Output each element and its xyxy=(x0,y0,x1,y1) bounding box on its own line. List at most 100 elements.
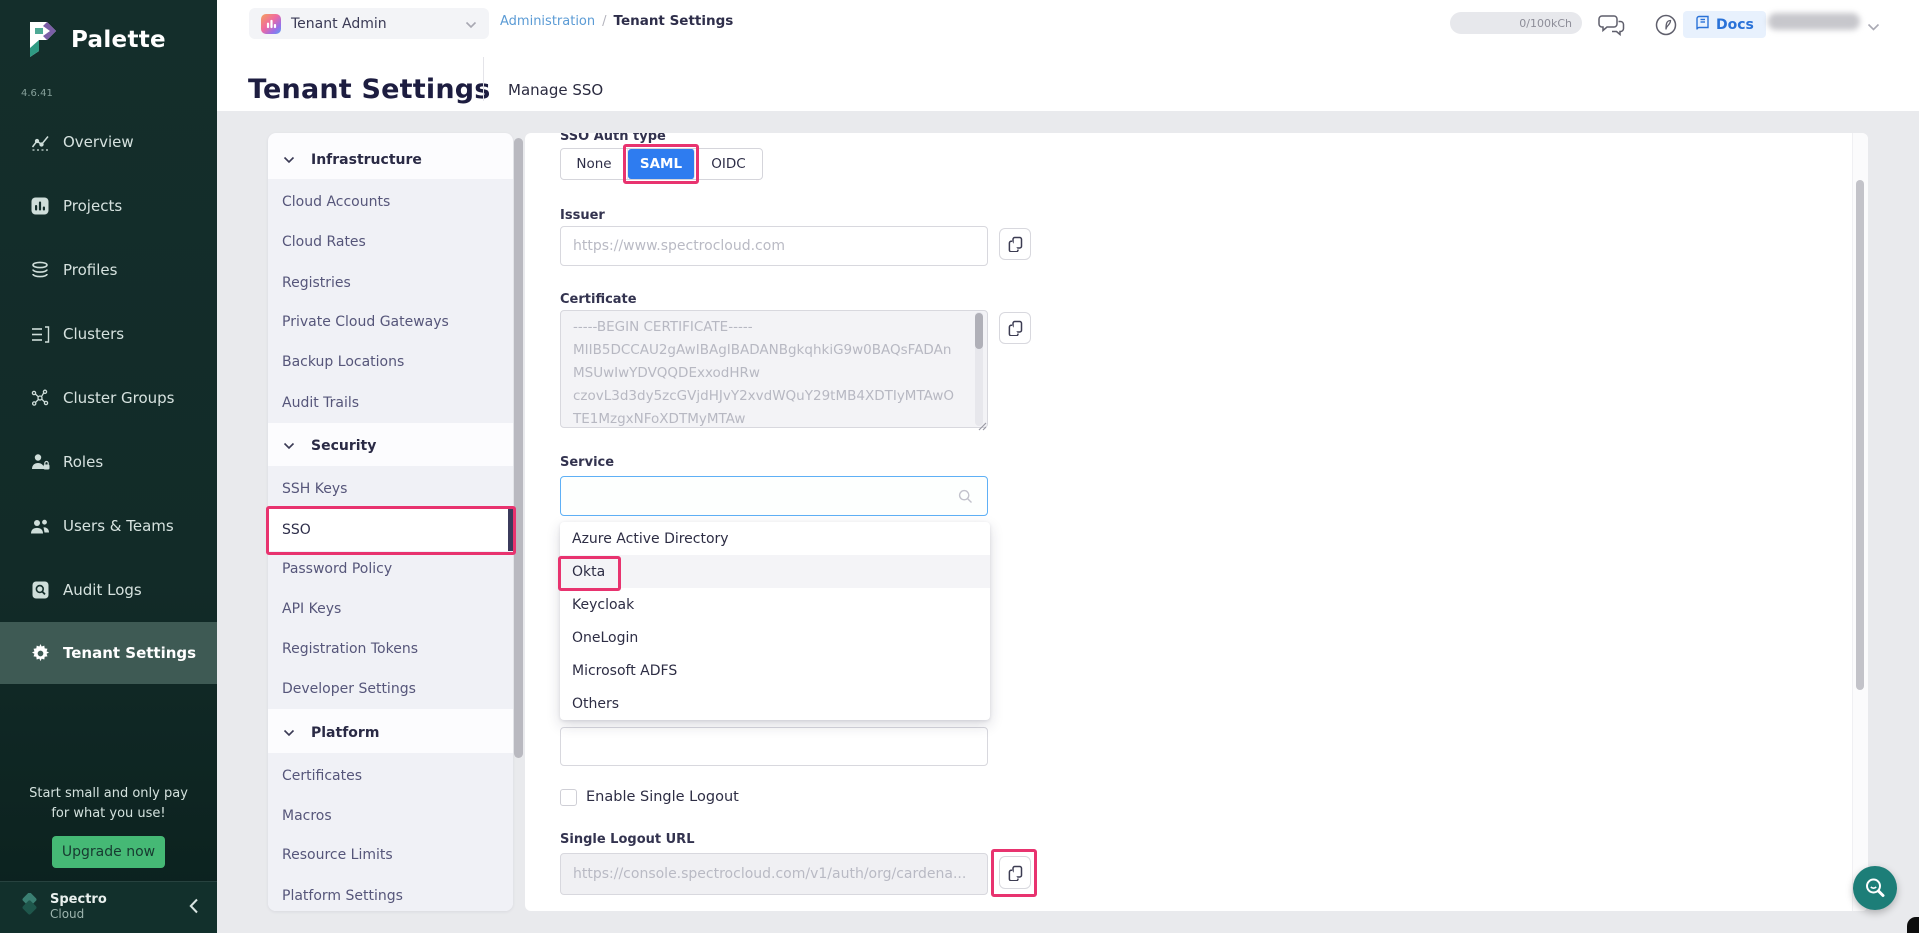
service-combobox[interactable] xyxy=(560,476,988,516)
service-option-others[interactable]: Others xyxy=(560,687,990,720)
resize-handle-icon[interactable] xyxy=(977,416,987,435)
issuer-label: Issuer xyxy=(560,208,605,223)
nav-item-ssh-keys[interactable]: SSH Keys xyxy=(268,469,513,509)
issuer-input[interactable] xyxy=(560,226,988,266)
user-chevron-down-icon[interactable] xyxy=(1867,17,1880,36)
help-compass-icon[interactable] xyxy=(1654,13,1678,41)
chat-bubbles-icon[interactable] xyxy=(1598,13,1625,41)
profiles-layers-icon xyxy=(30,261,50,279)
chevron-down-icon xyxy=(283,729,295,737)
sidebar-item-audit-logs[interactable]: Audit Logs xyxy=(0,558,217,622)
nav-item-registries[interactable]: Registries xyxy=(268,263,513,303)
service-option-keycloak[interactable]: Keycloak xyxy=(560,588,990,621)
nav-section-security[interactable]: Security xyxy=(268,427,513,465)
project-selector-label: Tenant Admin xyxy=(291,16,387,32)
main-sidebar: Palette 4.6.41 Overview Projects xyxy=(0,0,217,933)
service-option-onelogin[interactable]: OneLogin xyxy=(560,621,990,654)
help-launcher-button[interactable] xyxy=(1853,866,1897,910)
single-logout-url-input[interactable] xyxy=(560,853,988,895)
auth-option-oidc[interactable]: OIDC xyxy=(695,149,762,179)
nav-item-backup-locations[interactable]: Backup Locations xyxy=(268,342,513,382)
nav-item-registration-tokens[interactable]: Registration Tokens xyxy=(268,629,513,669)
service-option-azure-active-directory[interactable]: Azure Active Directory xyxy=(560,522,990,555)
copy-single-logout-url-button[interactable] xyxy=(999,856,1031,889)
book-icon xyxy=(1695,15,1709,35)
certificate-label: Certificate xyxy=(560,292,637,307)
sidebar-footer: Spectro Cloud xyxy=(0,881,217,933)
overview-chart-icon xyxy=(30,134,50,151)
nav-item-developer-settings[interactable]: Developer Settings xyxy=(268,669,513,709)
usage-quota-value: 0/100kCh xyxy=(1519,17,1572,30)
tenant-admin-icon xyxy=(261,14,281,34)
nav-section-infrastructure[interactable]: Infrastructure xyxy=(268,141,513,179)
sidebar-item-roles[interactable]: Roles xyxy=(0,430,217,494)
panel-scrollbar-thumb[interactable] xyxy=(1856,180,1864,690)
sidebar-item-overview[interactable]: Overview xyxy=(0,110,217,174)
partially-hidden-input[interactable] xyxy=(560,727,988,766)
certificate-textarea[interactable]: -----BEGIN CERTIFICATE----- MIIB5DCCAU2g… xyxy=(560,310,988,428)
settings-nav-scrollbar-thumb[interactable] xyxy=(514,138,523,758)
nav-item-private-cloud-gateways[interactable]: Private Cloud Gateways xyxy=(268,302,513,342)
project-scope-selector[interactable]: Tenant Admin xyxy=(249,8,489,39)
sidebar-item-projects[interactable]: Projects xyxy=(0,174,217,238)
breadcrumb-administration[interactable]: Administration xyxy=(500,14,595,29)
projects-icon xyxy=(30,197,50,215)
manage-sso-panel: SSO Auth type None SAML OIDC Issuer Cert… xyxy=(525,133,1868,911)
certificate-scrollbar-thumb[interactable] xyxy=(975,313,983,349)
copy-issuer-button[interactable] xyxy=(999,228,1031,260)
nav-item-audit-trails[interactable]: Audit Trails xyxy=(268,383,513,423)
copy-icon xyxy=(1008,865,1023,881)
auth-option-none[interactable]: None xyxy=(561,149,628,179)
nav-item-cloud-accounts[interactable]: Cloud Accounts xyxy=(268,182,513,222)
title-divider xyxy=(483,57,484,101)
upgrade-now-button[interactable]: Upgrade now xyxy=(52,836,165,868)
sidebar-item-clusters[interactable]: Clusters xyxy=(0,302,217,366)
tab-manage-sso[interactable]: Manage SSO xyxy=(508,81,603,99)
sso-auth-type-group: None SAML OIDC xyxy=(560,148,763,180)
nav-item-macros[interactable]: Macros xyxy=(268,796,513,836)
nav-item-cloud-rates[interactable]: Cloud Rates xyxy=(268,222,513,262)
user-menu-redacted[interactable] xyxy=(1768,13,1860,30)
nav-section-platform[interactable]: Platform xyxy=(268,714,513,752)
service-option-okta[interactable]: Okta xyxy=(560,555,990,588)
top-bar: Tenant Admin Administration / Tenant Set… xyxy=(217,0,1919,111)
service-label: Service xyxy=(560,455,614,470)
chevron-down-icon xyxy=(283,156,295,164)
sso-auth-type-label: SSO Auth type xyxy=(560,133,666,144)
usage-quota-pill: 0/100kCh xyxy=(1450,12,1582,34)
gear-icon xyxy=(30,644,50,663)
chevron-down-icon xyxy=(283,442,295,450)
clusters-icon xyxy=(30,326,50,343)
nav-item-sso[interactable]: SSO xyxy=(268,509,513,551)
chevron-down-icon xyxy=(465,14,477,33)
service-dropdown: Azure Active Directory Okta Keycloak One… xyxy=(560,522,990,720)
nav-item-password-policy[interactable]: Password Policy xyxy=(268,549,513,589)
nav-item-api-keys[interactable]: API Keys xyxy=(268,589,513,629)
sidebar-item-cluster-groups[interactable]: Cluster Groups xyxy=(0,366,217,430)
service-option-microsoft-adfs[interactable]: Microsoft ADFS xyxy=(560,654,990,687)
enable-single-logout-label: Enable Single Logout xyxy=(586,789,739,805)
brand-name: Palette xyxy=(71,27,166,53)
breadcrumb-separator: / xyxy=(602,14,606,29)
copy-icon xyxy=(1008,320,1023,336)
audit-logs-icon xyxy=(30,581,50,599)
roles-user-lock-icon xyxy=(30,453,50,471)
sidebar-item-profiles[interactable]: Profiles xyxy=(0,238,217,302)
promo-text-line1: Start small and only pay xyxy=(0,786,217,801)
copy-certificate-button[interactable] xyxy=(999,312,1031,344)
nav-item-resource-limits[interactable]: Resource Limits xyxy=(268,835,513,875)
sidebar-item-tenant-settings[interactable]: Tenant Settings xyxy=(0,622,217,684)
palette-logo: Palette xyxy=(26,20,166,60)
sidebar-item-users-teams[interactable]: Users & Teams xyxy=(0,494,217,558)
auth-option-saml[interactable]: SAML xyxy=(628,149,695,179)
promo-text-line2: for what you use! xyxy=(0,806,217,821)
nav-item-certificates[interactable]: Certificates xyxy=(268,756,513,796)
docs-button[interactable]: Docs xyxy=(1683,11,1766,38)
enable-single-logout-checkbox[interactable] xyxy=(560,789,577,806)
collapse-sidebar-chevron-icon[interactable] xyxy=(189,898,199,918)
nav-item-platform-settings[interactable]: Platform Settings xyxy=(268,876,513,911)
copy-icon xyxy=(1008,236,1023,252)
search-smile-icon xyxy=(1863,876,1887,900)
users-teams-icon xyxy=(30,518,50,535)
breadcrumb-current: Tenant Settings xyxy=(614,13,734,29)
